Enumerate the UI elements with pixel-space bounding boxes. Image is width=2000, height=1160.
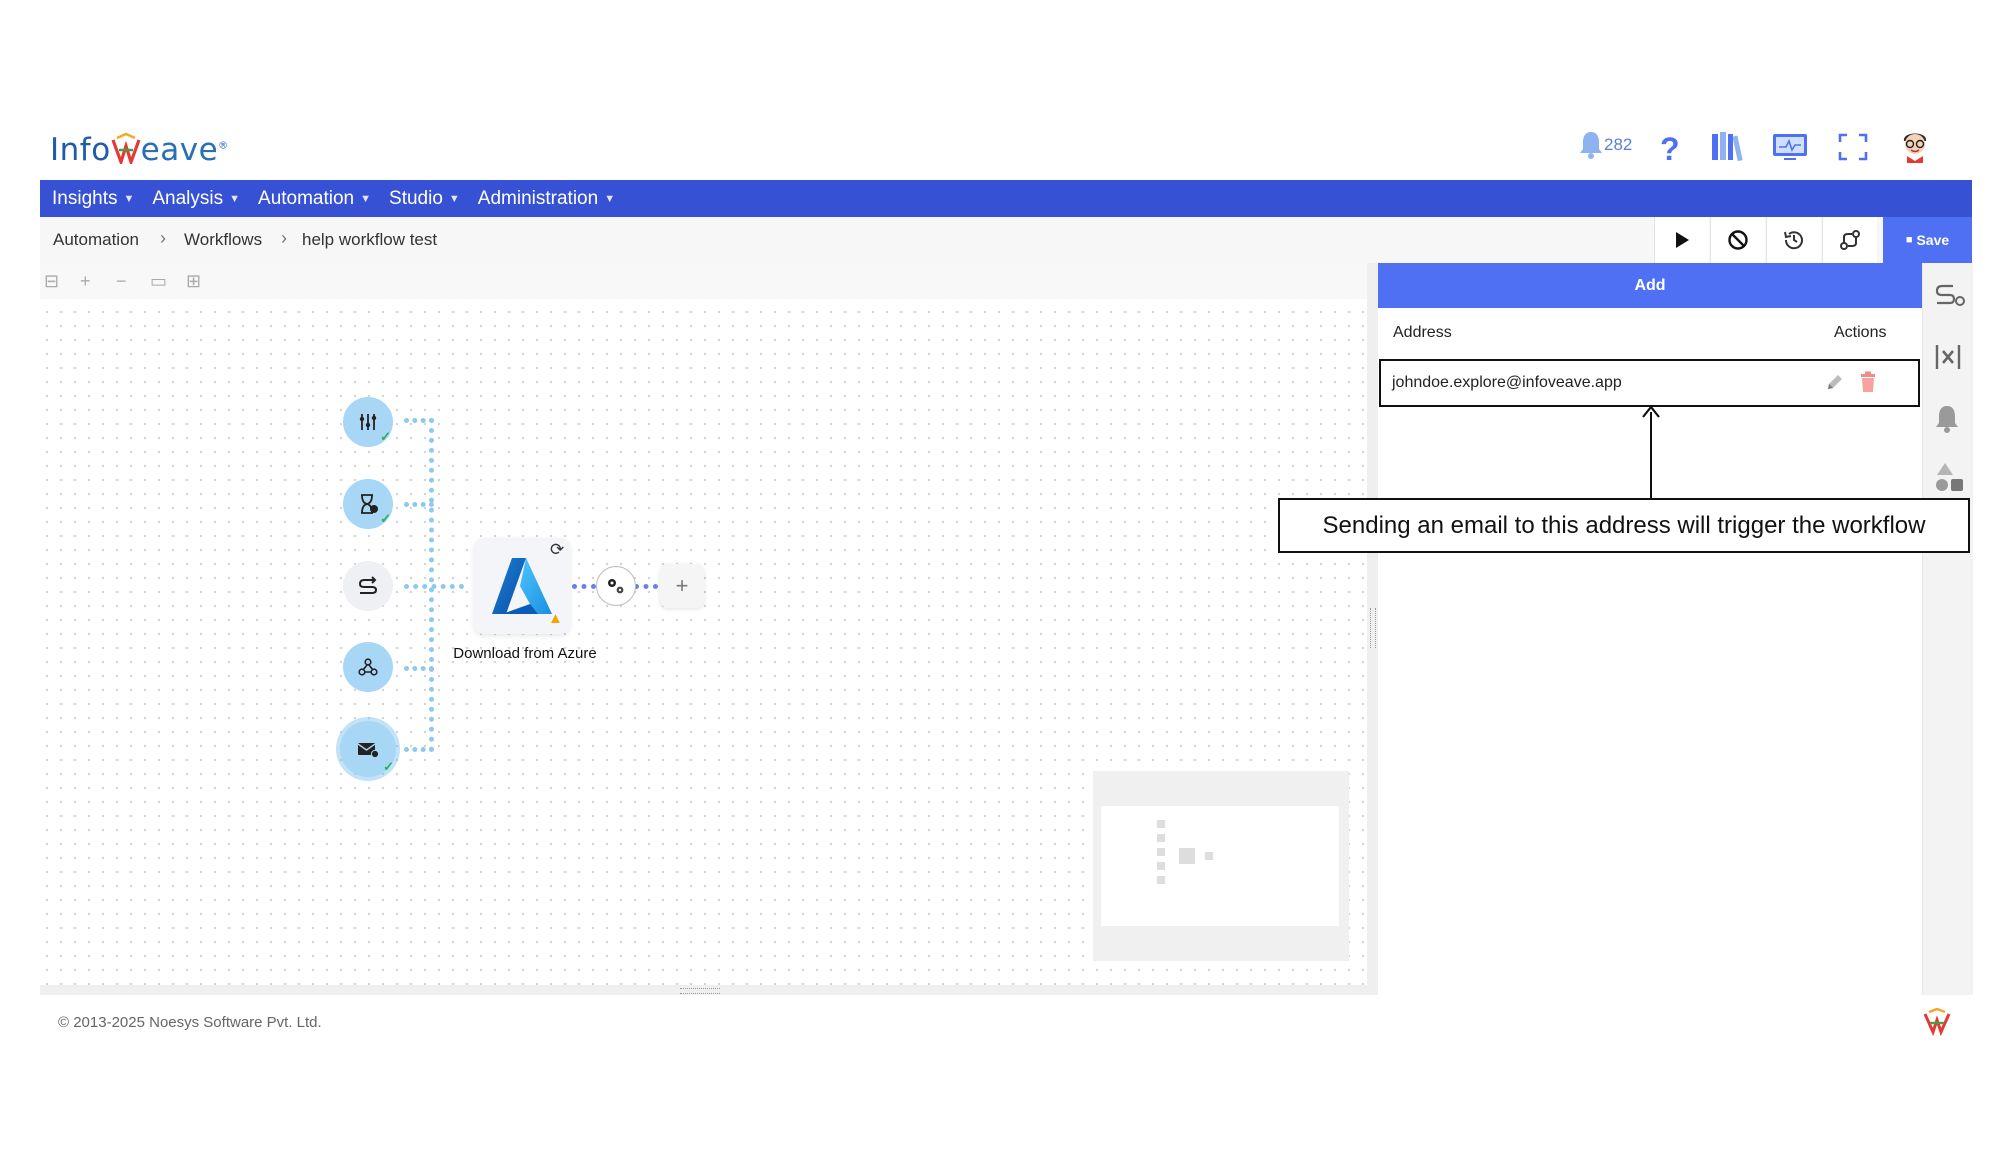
connector [634, 584, 658, 589]
main-menu-bar: Insights ▼ Analysis ▼ Automation ▼ Studio ▼ … [40, 180, 1972, 217]
user-avatar[interactable] [1898, 127, 1932, 163]
notification-count: 282 [1604, 135, 1633, 154]
bell-icon[interactable] [1933, 403, 1961, 440]
block-icon [1728, 230, 1748, 250]
column-header-actions: Actions [1834, 324, 1887, 341]
chevron-down-icon: ▼ [360, 192, 372, 205]
floppy-icon: ■ [1905, 234, 1913, 246]
edit-icon[interactable] [1825, 372, 1845, 397]
arrow-up-icon [1641, 405, 1661, 424]
run-button[interactable] [1654, 217, 1709, 263]
menu-administration[interactable]: Administration ▼ [478, 188, 615, 210]
add-button[interactable]: Add [1378, 263, 1922, 308]
trigger-node-timer[interactable]: ✓ [343, 479, 393, 529]
hourglass-icon [361, 494, 378, 514]
minimap[interactable] [1093, 771, 1349, 961]
node-settings-button[interactable] [596, 566, 636, 606]
chevron-right-icon: › [281, 228, 287, 248]
right-side-rail [1922, 263, 1973, 995]
canvas-toolbar: ⊟ + − ▭ ⊞ [40, 263, 1367, 299]
breadcrumb: Automation › Workflows › help workflow t… [40, 217, 1972, 264]
breadcrumb-current: help workflow test [302, 230, 438, 249]
disable-button[interactable] [1710, 217, 1765, 263]
version-button[interactable] [1822, 217, 1877, 263]
refresh-icon[interactable]: ⟳ [550, 540, 564, 560]
check-icon: ✓ [383, 759, 394, 774]
fit-icon[interactable]: ⊟ [44, 271, 59, 292]
add-step-button[interactable]: + [660, 564, 704, 608]
envelope-icon [357, 743, 380, 759]
email-address: johndoe.explore@infoveave.app [1392, 374, 1622, 391]
connector [572, 584, 596, 589]
route-icon [358, 576, 378, 594]
logo-mark-icon [111, 132, 141, 167]
chevron-down-icon: ▼ [229, 192, 241, 205]
zoom-in-icon[interactable]: + [80, 271, 91, 292]
bell-icon [1580, 132, 1602, 159]
gears-icon [608, 579, 624, 594]
layout-icon[interactable]: ⊞ [186, 271, 201, 292]
webhook-icon [358, 658, 378, 676]
menu-analysis[interactable]: Analysis ▼ [152, 188, 240, 210]
breadcrumb-automation[interactable]: Automation [53, 230, 139, 250]
connector [429, 418, 434, 752]
fullscreen-icon[interactable] [1838, 133, 1868, 161]
minimap-toggle-icon[interactable]: ▭ [150, 271, 167, 292]
delete-icon[interactable] [1859, 371, 1877, 398]
check-icon: ✓ [380, 511, 391, 526]
variables-icon[interactable] [1933, 343, 1963, 376]
chevron-right-icon: › [160, 228, 166, 248]
check-icon: ✓ [380, 429, 391, 444]
sliders-icon [359, 414, 377, 430]
menu-studio[interactable]: Studio ▼ [389, 188, 460, 210]
trigger-node-schedule[interactable]: ✓ [343, 397, 393, 447]
plus-icon: + [675, 573, 689, 598]
history-icon [1784, 231, 1803, 250]
menu-automation[interactable]: Automation ▼ [258, 188, 371, 210]
connector [404, 584, 464, 589]
trigger-node-webhook[interactable] [343, 642, 393, 692]
trigger-node-connector[interactable] [343, 561, 393, 611]
warning-icon: ▲ [548, 610, 563, 627]
library-icon[interactable] [1710, 130, 1744, 162]
history-button[interactable] [1766, 217, 1821, 263]
azure-icon [492, 558, 552, 614]
vertical-resize-handle[interactable] [1367, 263, 1378, 995]
copyright-text: © 2013-2025 Noesys Software Pvt. Ltd. [58, 1014, 322, 1031]
column-header-address: Address [1393, 324, 1452, 341]
table-row: johndoe.explore@infoveave.app [1379, 359, 1920, 407]
infoveave-logo[interactable]: Info eave® [50, 128, 229, 172]
annotation-arrow [1650, 412, 1652, 498]
play-icon [1676, 232, 1689, 248]
trigger-node-email[interactable]: ✓ [340, 721, 396, 777]
help-icon[interactable]: ? [1660, 131, 1680, 168]
logo-text: Info eave® [50, 132, 229, 168]
azure-node-label: Download from Azure [453, 645, 597, 662]
azure-download-node[interactable]: ⟳ ▲ [474, 538, 570, 634]
minimap-viewport [1101, 806, 1339, 926]
chevron-down-icon: ▼ [123, 192, 135, 205]
notifications-button[interactable]: 282 [1578, 130, 1632, 160]
chevron-down-icon: ▼ [604, 192, 616, 205]
git-compare-icon [1840, 230, 1860, 250]
zoom-out-icon[interactable]: − [116, 271, 127, 292]
shapes-icon[interactable] [1933, 461, 1965, 498]
save-button[interactable]: ■ Save [1883, 217, 1972, 263]
annotation-callout: Sending an email to this address will tr… [1278, 498, 1970, 553]
trigger-settings-icon[interactable] [1933, 281, 1967, 316]
breadcrumb-workflows[interactable]: Workflows [184, 230, 262, 250]
horizontal-resize-handle[interactable] [40, 985, 1378, 995]
chevron-down-icon: ▼ [448, 192, 460, 205]
menu-insights[interactable]: Insights ▼ [52, 188, 134, 210]
monitor-icon[interactable] [1772, 132, 1808, 162]
footer-logo-icon [1922, 1007, 1952, 1041]
